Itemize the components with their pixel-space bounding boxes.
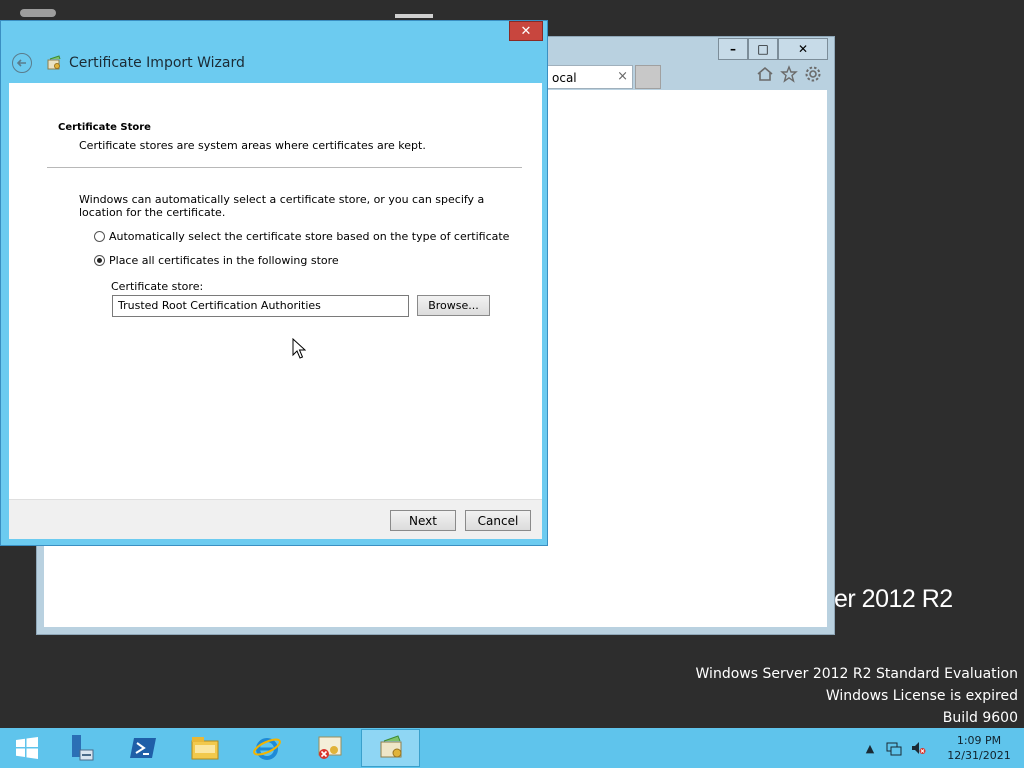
new-tab-button[interactable]: [635, 65, 661, 89]
mouse-cursor-icon: [292, 338, 306, 359]
taskbar-certificate[interactable]: [299, 729, 358, 767]
browser-tab[interactable]: ocal ×: [547, 65, 633, 89]
browser-tab-label: ocal: [552, 71, 577, 85]
server-brand-text: er 2012 R2: [834, 585, 953, 613]
certificate-import-icon: [380, 735, 401, 758]
wizard-footer: Next Cancel: [9, 499, 542, 539]
auto-select-radio[interactable]: [94, 231, 105, 242]
section-description: Certificate stores are system areas wher…: [79, 139, 426, 152]
minimize-button[interactable]: –: [718, 38, 748, 60]
favorites-icon[interactable]: [780, 65, 798, 83]
tab-close-icon[interactable]: ×: [617, 69, 628, 84]
section-title: Certificate Store: [58, 122, 151, 133]
intro-text: Windows can automatically select a certi…: [79, 193, 485, 219]
close-button[interactable]: ✕: [778, 38, 828, 60]
internet-explorer-icon: [252, 738, 281, 760]
show-hidden-icons-icon[interactable]: ▲: [862, 740, 878, 756]
taskbar-server-manager[interactable]: [51, 729, 110, 767]
wizard-title: Certificate Import Wizard: [69, 55, 245, 71]
system-tray: ▲ 1:09 PM 12/31/2021: [862, 728, 1024, 768]
watermark-edition: Windows Server 2012 R2 Standard Evaluati…: [695, 666, 1018, 682]
start-icon: [15, 737, 38, 759]
taskbar: ▲ 1:09 PM 12/31/2021: [0, 728, 1024, 768]
next-button[interactable]: Next: [390, 510, 456, 531]
ie-toolbar-icons: [756, 65, 822, 83]
clock-date: 12/31/2021: [947, 749, 1011, 762]
divider: [47, 167, 522, 168]
ie-window-controls: – □ ✕: [718, 38, 828, 60]
start-button[interactable]: [0, 729, 56, 767]
back-arrow-icon[interactable]: [12, 53, 32, 73]
auto-select-label[interactable]: Automatically select the certificate sto…: [109, 230, 509, 243]
powershell-icon: [129, 738, 156, 758]
certificate-icon: [318, 736, 341, 759]
clock-time: 1:09 PM: [956, 734, 1002, 747]
clock[interactable]: 1:09 PM 12/31/2021: [934, 733, 1024, 763]
network-icon[interactable]: [886, 740, 902, 756]
taskbar-internet-explorer[interactable]: [237, 729, 296, 767]
certificate-wizard-icon: [47, 55, 61, 70]
place-in-store-option[interactable]: Place all certificates in the following …: [94, 254, 339, 267]
file-explorer-icon: [191, 737, 218, 760]
taskbar-certificate-import[interactable]: [361, 729, 420, 767]
certificate-import-wizard[interactable]: ✕ Certificate Import Wizard Certificate …: [0, 20, 548, 546]
wizard-body: Certificate Store Certificate stores are…: [9, 83, 542, 499]
speaker-muted-icon[interactable]: [910, 740, 926, 756]
background-window-fragment: [20, 9, 56, 17]
watermark-build: Build 9600: [942, 710, 1018, 726]
browse-button[interactable]: Browse...: [417, 295, 490, 316]
taskbar-file-explorer[interactable]: [175, 729, 234, 767]
taskbar-powershell[interactable]: [113, 729, 172, 767]
certificate-store-label: Certificate store:: [111, 280, 204, 293]
auto-select-option[interactable]: Automatically select the certificate sto…: [94, 230, 509, 243]
maximize-button[interactable]: □: [748, 38, 778, 60]
cancel-button[interactable]: Cancel: [465, 510, 531, 531]
wizard-header: Certificate Import Wizard: [9, 43, 541, 83]
home-icon[interactable]: [756, 65, 774, 83]
certificate-store-field[interactable]: Trusted Root Certification Authorities: [112, 295, 409, 317]
settings-icon[interactable]: [804, 65, 822, 83]
license-watermark: Windows Server 2012 R2 Standard Evaluati…: [696, 663, 1018, 729]
server-manager-icon: [71, 735, 93, 761]
watermark-license: Windows License is expired: [825, 688, 1018, 704]
background-window-fragment: [395, 14, 433, 18]
place-in-store-radio[interactable]: [94, 255, 105, 266]
place-in-store-label[interactable]: Place all certificates in the following …: [109, 254, 339, 267]
wizard-close-button[interactable]: ✕: [509, 21, 543, 41]
